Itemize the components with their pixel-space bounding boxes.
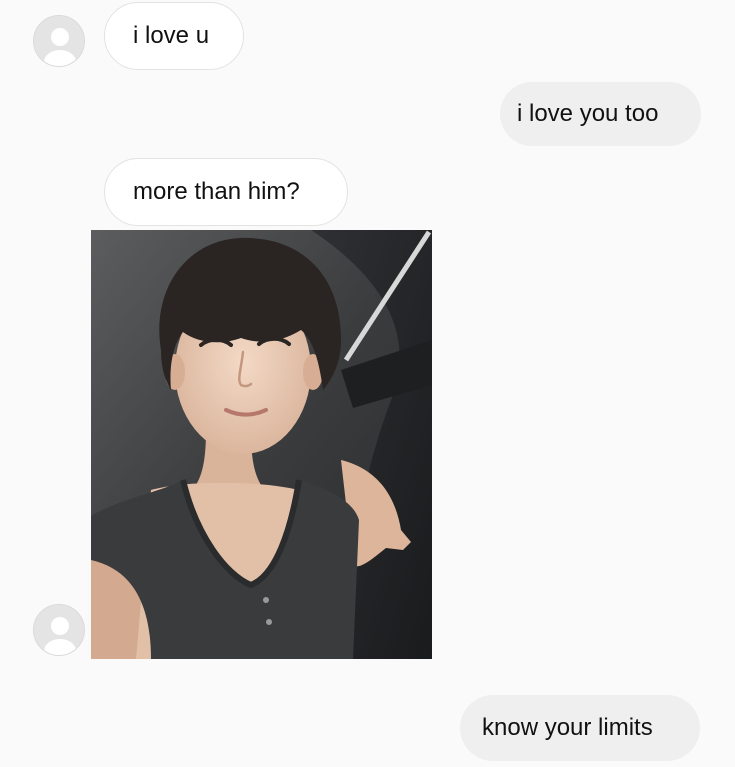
message-text: more than him? [133,178,300,205]
default-avatar-icon [34,605,84,655]
message-text: i love u [133,22,210,49]
default-avatar-icon [34,16,84,66]
selfie-photo-icon [91,230,432,659]
outgoing-message-bubble[interactable]: i love you too [500,82,701,146]
incoming-message-bubble[interactable]: more than him? [104,158,348,226]
shared-photo[interactable] [91,230,432,659]
contact-avatar-bottom[interactable] [33,604,85,656]
contact-avatar-top[interactable] [33,15,85,67]
incoming-message-bubble[interactable]: i love u [104,2,244,70]
message-text: know your limits [482,714,653,741]
message-text: i love you too [517,100,659,127]
outgoing-message-bubble[interactable]: know your limits [460,695,700,761]
